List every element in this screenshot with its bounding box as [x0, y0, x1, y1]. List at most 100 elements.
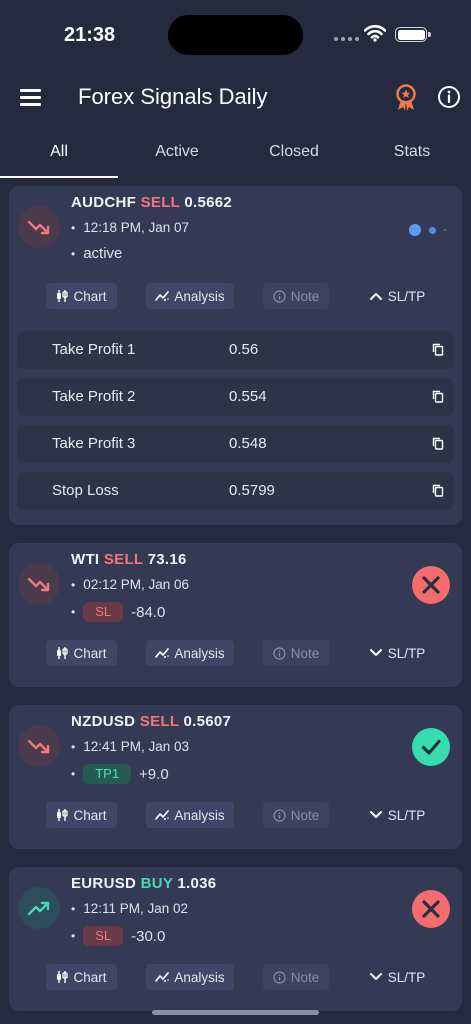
- analysis-button[interactable]: Analysis: [146, 640, 234, 666]
- dynamic-island: [168, 15, 303, 55]
- tab-stats[interactable]: Stats: [353, 130, 471, 178]
- signal-headline: WTI SELL 73.16: [71, 551, 187, 568]
- chart-button-label: Chart: [73, 969, 107, 985]
- home-indicator[interactable]: [152, 1010, 319, 1015]
- signal-time: 02:12 PM, Jan 06: [83, 577, 190, 592]
- info-circle-icon: [273, 646, 286, 660]
- candlestick-icon: [57, 290, 69, 302]
- sltp-toggle-button[interactable]: SL/TP: [359, 640, 435, 666]
- result-tag: SL: [83, 926, 124, 946]
- pips-value: -84.0: [131, 603, 166, 621]
- info-circle-icon: [273, 808, 286, 822]
- chart-button-label: Chart: [73, 288, 107, 304]
- tab-active[interactable]: Active: [118, 130, 236, 178]
- loss-x-icon: [412, 890, 450, 928]
- level-row: Take Profit 3 0.548: [17, 425, 454, 463]
- analysis-button[interactable]: Analysis: [146, 964, 234, 990]
- sltp-button-label: SL/TP: [387, 807, 426, 823]
- result-tag: SL: [83, 602, 124, 622]
- signal-card[interactable]: AUDCHF SELL 0.5662 • 12:18 PM, Jan 07 • ac…: [9, 186, 462, 525]
- trend-down-icon: [18, 725, 60, 767]
- sltp-button-label: SL/TP: [387, 288, 426, 304]
- level-label: Stop Loss: [52, 482, 119, 499]
- level-row: Stop Loss 0.5799: [17, 472, 454, 510]
- trend-up-icon: [18, 887, 60, 929]
- signal-result-row: • TP1 +9.0: [71, 764, 169, 784]
- pair-label: NZDUSD: [71, 713, 136, 730]
- candlestick-icon: [57, 809, 69, 821]
- tab-closed[interactable]: Closed: [235, 130, 353, 178]
- chart-button-label: Chart: [73, 645, 107, 661]
- note-button-label: Note: [290, 807, 320, 823]
- analysis-icon: [155, 810, 170, 820]
- note-button-label: Note: [290, 288, 320, 304]
- tab-all[interactable]: All: [0, 130, 118, 178]
- signal-actions: Chart Analysis Note SL/TP: [9, 640, 462, 666]
- signal-result-row: • SL -84.0: [71, 602, 166, 622]
- level-label: Take Profit 3: [52, 435, 136, 452]
- analysis-icon: [155, 972, 170, 982]
- level-value: 0.5799: [229, 482, 275, 499]
- level-label: Take Profit 2: [52, 388, 136, 405]
- signal-card[interactable]: WTI SELL 73.16 • 02:12 PM, Jan 06 • SL -84.…: [9, 543, 462, 687]
- copy-icon[interactable]: [432, 437, 444, 450]
- chart-button[interactable]: Chart: [46, 640, 117, 666]
- chart-button[interactable]: Chart: [46, 802, 117, 828]
- sltp-toggle-button[interactable]: SL/TP: [359, 802, 435, 828]
- app-bar: Forex Signals Daily: [0, 74, 471, 122]
- hamburger-menu-icon[interactable]: [20, 89, 41, 106]
- award-badge-icon[interactable]: [394, 84, 418, 112]
- note-button-label: Note: [290, 645, 320, 661]
- analysis-button-label: Analysis: [174, 288, 225, 304]
- signal-headline: AUDCHF SELL 0.5662: [71, 194, 232, 211]
- signal-time: 12:11 PM, Jan 02: [83, 901, 189, 916]
- signal-time-row: • 12:18 PM, Jan 07: [71, 220, 190, 235]
- app-title: Forex Signals Daily: [78, 84, 268, 109]
- signal-card[interactable]: NZDUSD SELL 0.5607 • 12:41 PM, Jan 03 • TP…: [9, 705, 462, 849]
- info-circle-icon: [273, 970, 286, 984]
- trend-down-icon: [18, 206, 60, 248]
- result-tag: TP1: [83, 764, 132, 784]
- trend-down-icon: [18, 563, 60, 605]
- level-value: 0.56: [229, 341, 259, 358]
- chart-button[interactable]: Chart: [46, 283, 117, 309]
- sltp-button-label: SL/TP: [387, 645, 426, 661]
- active-indicator-dots: [409, 224, 446, 236]
- chevron-up-icon: [369, 293, 382, 300]
- analysis-button[interactable]: Analysis: [146, 283, 234, 309]
- pair-label: WTI: [71, 551, 100, 568]
- chart-button[interactable]: Chart: [46, 964, 117, 990]
- level-row: Take Profit 2 0.554: [17, 378, 454, 416]
- note-button[interactable]: Note: [263, 964, 329, 990]
- status-bar: 21:38: [0, 0, 471, 70]
- note-button[interactable]: Note: [263, 640, 329, 666]
- note-button[interactable]: Note: [263, 283, 329, 309]
- signal-card[interactable]: EURUSD BUY 1.036 • 12:11 PM, Jan 02 • SL -3…: [9, 867, 462, 1011]
- candlestick-icon: [57, 971, 69, 983]
- analysis-button[interactable]: Analysis: [146, 802, 234, 828]
- signal-time: 12:41 PM, Jan 03: [83, 739, 190, 754]
- level-row: Take Profit 1 0.56: [17, 331, 454, 369]
- note-button[interactable]: Note: [263, 802, 329, 828]
- signal-result-row: • SL -30.0: [71, 926, 166, 946]
- info-circle-icon: [273, 289, 286, 303]
- signal-actions: Chart Analysis Note SL/TP: [9, 964, 462, 990]
- chart-button-label: Chart: [73, 807, 107, 823]
- copy-icon[interactable]: [432, 484, 444, 497]
- side-label: SELL: [103, 551, 144, 568]
- level-label: Take Profit 1: [52, 341, 136, 358]
- signal-actions: Chart Analysis Note SL/TP: [9, 283, 462, 309]
- sltp-toggle-button[interactable]: SL/TP: [359, 964, 435, 990]
- entry-price: 0.5607: [183, 713, 232, 730]
- info-icon[interactable]: [437, 85, 461, 109]
- pips-value: -30.0: [131, 927, 166, 945]
- sltp-toggle-button[interactable]: SL/TP: [359, 283, 435, 309]
- copy-icon[interactable]: [432, 343, 444, 356]
- chevron-down-icon: [369, 811, 382, 818]
- copy-icon[interactable]: [432, 390, 444, 403]
- pips-value: +9.0: [139, 765, 169, 783]
- side-label: SELL: [139, 713, 180, 730]
- signal-status: active: [83, 245, 123, 262]
- cellular-signal-icon: [334, 37, 359, 41]
- candlestick-icon: [57, 647, 69, 659]
